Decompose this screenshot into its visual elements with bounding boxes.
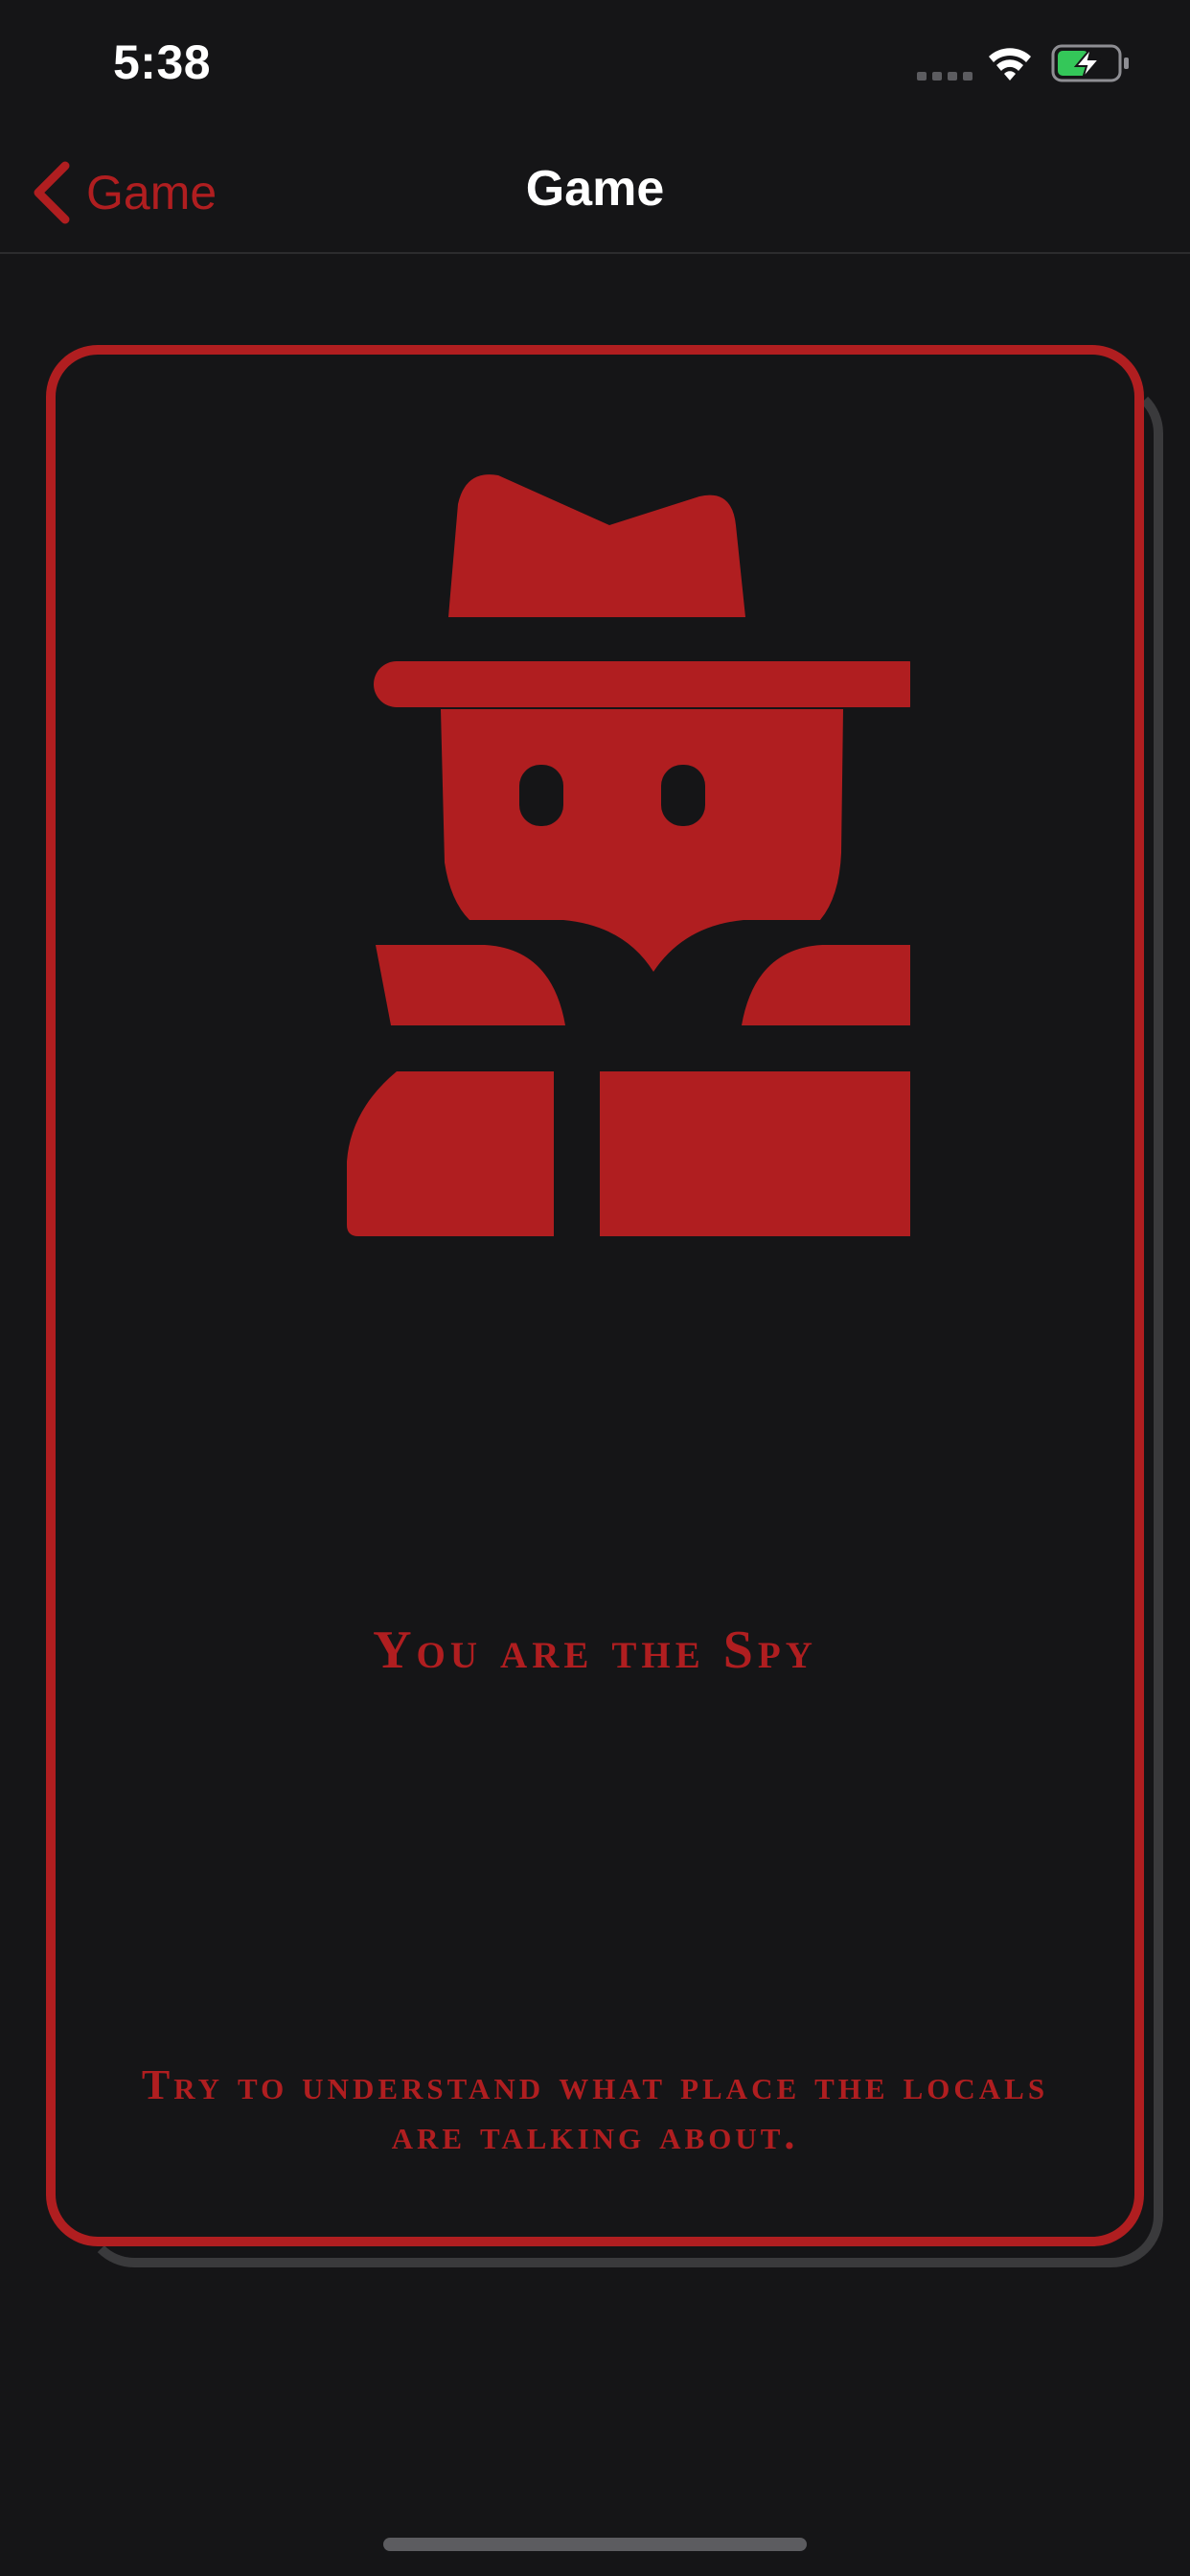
signal-icon [917,72,973,80]
role-card[interactable]: You are the Spy Try to understand what p… [46,345,1144,2246]
status-bar: 5:38 [0,0,1190,129]
navigation-bar: Game Game [0,129,1190,254]
battery-charging-icon [1051,44,1129,82]
home-indicator[interactable] [383,2538,807,2551]
spy-icon [347,474,910,1236]
wifi-icon [989,48,1031,80]
status-time: 5:38 [113,35,212,89]
page-title: Game [525,161,665,217]
card-hint: Try to understand what place the locals … [141,2061,1049,2158]
card-title: You are the Spy [373,1621,817,1680]
